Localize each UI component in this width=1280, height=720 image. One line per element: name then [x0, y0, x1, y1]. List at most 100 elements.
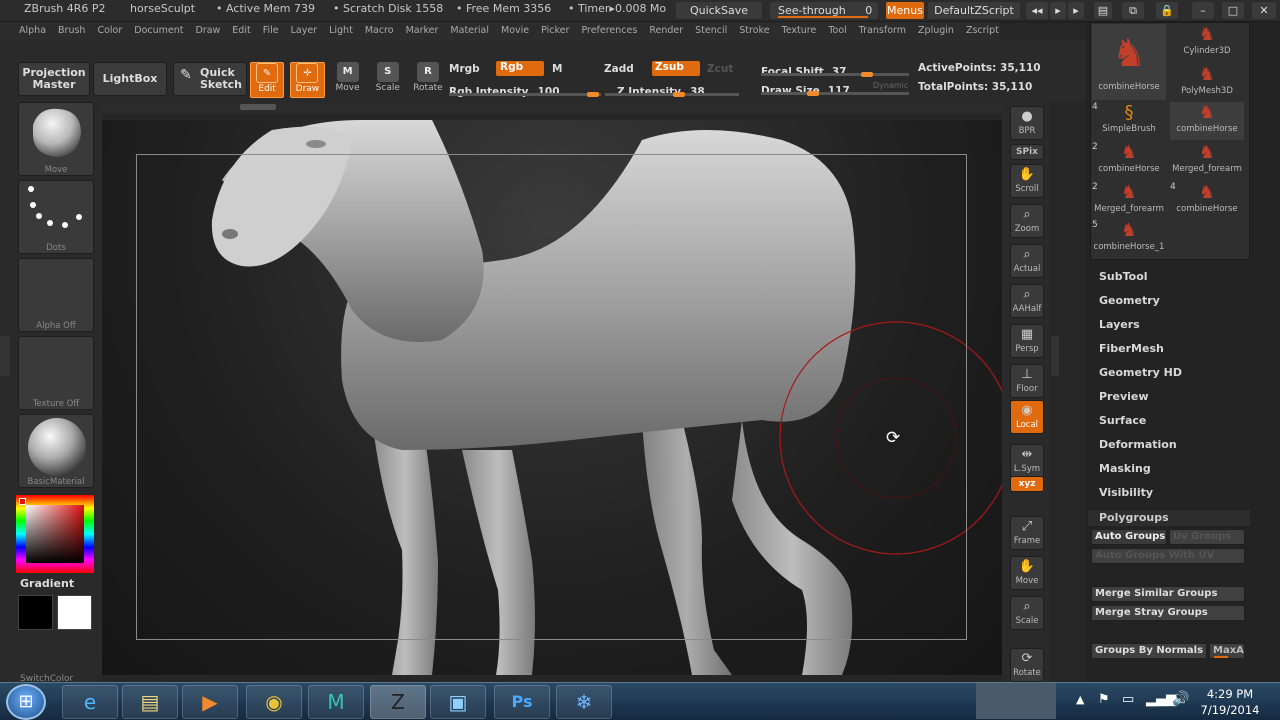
clock[interactable]: 4:29 PM 7/19/2014 [1192, 686, 1268, 718]
main-color-swatch[interactable] [18, 595, 53, 630]
secondary-color-swatch[interactable] [57, 595, 92, 630]
palette-surface[interactable]: Surface [1099, 414, 1146, 427]
shelf-floor-button[interactable]: ⊥ Floor [1010, 364, 1044, 398]
palette-geometry[interactable]: Geometry [1099, 294, 1160, 307]
menu-alpha[interactable]: Alpha [19, 22, 58, 40]
palette-deformation[interactable]: Deformation [1099, 438, 1177, 451]
menu-file[interactable]: File [263, 22, 291, 40]
menu-draw[interactable]: Draw [195, 22, 232, 40]
zsub-button[interactable]: Zsub [652, 61, 700, 76]
merge-stray-groups-button[interactable]: Merge Stray Groups [1091, 605, 1245, 621]
rgb-intensity-slider[interactable]: Rgb Intensity 100 [449, 80, 601, 98]
shelf-lsym-button[interactable]: ⇹ L.Sym [1010, 444, 1044, 478]
power-icon[interactable]: ▭ [1122, 692, 1134, 707]
volume-icon[interactable]: 🔊 [1172, 691, 1189, 707]
menu-zplugin[interactable]: Zplugin [918, 22, 966, 40]
lightbox-button[interactable]: LightBox [93, 62, 167, 96]
z-intensity-slider[interactable]: Z Intensity 38 [605, 80, 739, 98]
chrome-taskbar-button[interactable]: ◉ [246, 685, 302, 719]
shelf-bpr-button[interactable]: ● BPR [1010, 106, 1044, 140]
gradient-label[interactable]: Gradient [20, 577, 74, 590]
show-hidden-icons-icon[interactable]: ▲ [1076, 693, 1084, 706]
menu-texture[interactable]: Texture [782, 22, 829, 40]
menus-button[interactable]: Menus [886, 2, 924, 19]
subtool-thumb[interactable]: 2 ♞ combineHorse [1092, 142, 1166, 180]
tool-edit[interactable]: ✎ Edit [250, 62, 285, 98]
subtool-thumb[interactable]: 5 ♞ combineHorse_1 [1092, 220, 1166, 258]
horizontal-scroll-thumb[interactable] [240, 104, 276, 110]
ie-taskbar-button[interactable]: e [62, 685, 118, 719]
menu-document[interactable]: Document [134, 22, 195, 40]
color-picker[interactable] [16, 495, 94, 573]
tool-move[interactable]: M Move [331, 62, 365, 98]
m-button[interactable]: M [552, 63, 562, 75]
stroke-thumbnail[interactable]: Dots [18, 180, 94, 254]
shelf-actual-button[interactable]: ⌕ Actual [1010, 244, 1044, 278]
menu-color[interactable]: Color [97, 22, 134, 40]
menu-layer[interactable]: Layer [291, 22, 330, 40]
menu-brush[interactable]: Brush [58, 22, 97, 40]
subtool-thumb[interactable]: ♞ Merged_forearm [1170, 142, 1244, 180]
quick-sketch-button[interactable]: ✎ Quick Sketch [173, 62, 247, 96]
subtool-thumb[interactable]: ♞ combineHorse [1170, 102, 1244, 140]
window-icon[interactable]: ⧉ [1122, 2, 1144, 19]
rgb-button[interactable]: Rgb [496, 61, 544, 76]
focal-shift-slider[interactable]: Focal Shift 37 [761, 60, 911, 78]
menu-preferences[interactable]: Preferences [581, 22, 649, 40]
step-icon[interactable]: ▸ [1050, 2, 1066, 19]
projection-master-button[interactable]: Projection Master [18, 62, 90, 96]
zbrush-taskbar-button[interactable]: Z [370, 685, 426, 719]
tool-rotate[interactable]: R Rotate [411, 62, 445, 98]
subtool-thumb[interactable]: ♞ Cylinder3D [1170, 24, 1244, 62]
alpha-thumbnail[interactable]: Alpha Off [18, 258, 94, 332]
palette-masking[interactable]: Masking [1099, 462, 1151, 475]
close-icon[interactable]: ✕ [1252, 2, 1276, 19]
zadd-button[interactable]: Zadd [604, 63, 634, 75]
menu-transform[interactable]: Transform [859, 22, 918, 40]
lock-icon[interactable]: 🔒 [1156, 2, 1178, 19]
shelf-spix-button[interactable]: SPix [1010, 144, 1044, 160]
switchcolor-label[interactable]: SwitchColor [20, 674, 98, 682]
seethrough-slider[interactable]: See-through 0 [770, 2, 878, 19]
groups-by-normals-button[interactable]: Groups By Normals [1091, 643, 1207, 659]
uv-groups-button[interactable]: Uv Groups [1169, 529, 1245, 545]
color-picker-marker[interactable] [19, 498, 26, 505]
palette-preview[interactable]: Preview [1099, 390, 1149, 403]
tool-draw[interactable]: ✛ Draw [290, 62, 325, 98]
menu-tool[interactable]: Tool [828, 22, 858, 40]
subtool-thumb[interactable]: 4 § SimpleBrush [1092, 102, 1166, 140]
color-picker-square[interactable] [26, 505, 84, 563]
action-center-icon[interactable]: ⚑ [1098, 692, 1110, 707]
shelf-aahalf-button[interactable]: ⌕ AAHalf [1010, 284, 1044, 318]
quicksave-button[interactable]: QuickSave [676, 2, 762, 19]
texture-thumbnail[interactable]: Texture Off [18, 336, 94, 410]
next-icon[interactable]: ▸ [1068, 2, 1084, 19]
subtool-thumb[interactable]: 4 ♞ combineHorse [1170, 182, 1244, 220]
menu-edit[interactable]: Edit [232, 22, 262, 40]
shelf-frame-button[interactable]: ⤢ Frame [1010, 516, 1044, 550]
layout-icon[interactable]: ▤ [1094, 2, 1112, 19]
auto-groups-with-uv-button[interactable]: Auto Groups With UV [1091, 548, 1245, 564]
menu-zscript[interactable]: Zscript [966, 22, 1011, 40]
minimize-icon[interactable]: – [1192, 2, 1214, 19]
viewer-taskbar-button[interactable]: ▣ [430, 685, 486, 719]
subtool-thumb[interactable]: 2 ♞ Merged_forearm [1092, 182, 1166, 220]
menu-marker[interactable]: Marker [406, 22, 451, 40]
start-button[interactable]: ⊞ [6, 684, 46, 720]
palette-visibility[interactable]: Visibility [1099, 486, 1153, 499]
maya-taskbar-button[interactable]: M [308, 685, 364, 719]
palette-subtool[interactable]: SubTool [1099, 270, 1148, 283]
app-taskbar-button[interactable]: ❄ [556, 685, 612, 719]
explorer-taskbar-button[interactable]: ▤ [122, 685, 178, 719]
shelf-local-button[interactable]: ◉ Local [1010, 400, 1044, 434]
palette-fibermesh[interactable]: FiberMesh [1099, 342, 1164, 355]
shelf-persp-button[interactable]: ▦ Persp [1010, 324, 1044, 358]
tool-scale[interactable]: S Scale [371, 62, 405, 98]
left-collapse-handle[interactable] [0, 336, 10, 376]
shelf-move-button[interactable]: ✋ Move [1010, 556, 1044, 590]
subtool-thumb[interactable]: ♞ PolyMesh3D [1170, 64, 1244, 102]
menu-light[interactable]: Light [329, 22, 365, 40]
media-taskbar-button[interactable]: ▶ [182, 685, 238, 719]
subtool-thumb[interactable]: ♞ combineHorse [1092, 24, 1166, 100]
maxangle-slider[interactable]: MaxAr [1209, 643, 1245, 659]
